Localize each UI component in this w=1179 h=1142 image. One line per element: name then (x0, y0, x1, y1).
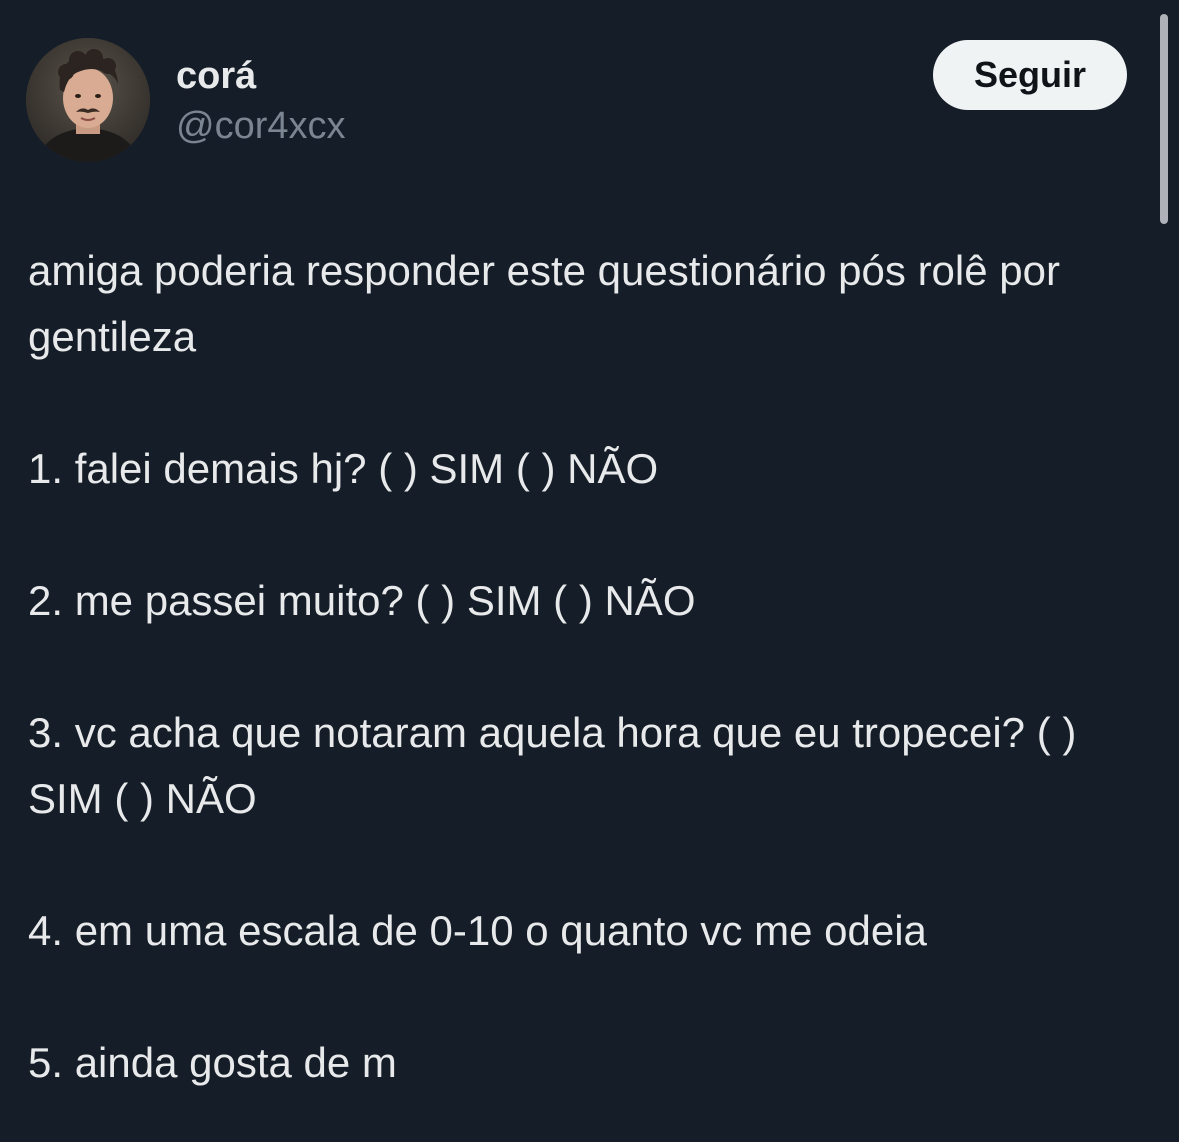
question-3: 3. vc acha que notaram aquela hora que e… (28, 709, 1089, 822)
avatar-photo-icon (26, 38, 150, 162)
follow-button[interactable]: Seguir (933, 40, 1127, 110)
tweet-intro: amiga poderia responder este questionári… (28, 247, 1072, 360)
question-2: 2. me passei muito? ( ) SIM ( ) NÃO (28, 577, 696, 624)
tweet-header: corá @cor4xcx Seguir (0, 0, 1179, 200)
tweet-text: amiga poderia responder este questionári… (28, 238, 1148, 1096)
scrollbar[interactable] (1160, 14, 1168, 224)
question-5: 5. ainda gosta de m (28, 1039, 397, 1086)
question-1: 1. falei demais hj? ( ) SIM ( ) NÃO (28, 445, 659, 492)
author-display-name[interactable]: corá (176, 54, 256, 98)
avatar[interactable] (26, 38, 150, 162)
author-handle[interactable]: @cor4xcx (176, 104, 346, 148)
question-4: 4. em uma escala de 0-10 o quanto vc me … (28, 907, 927, 954)
